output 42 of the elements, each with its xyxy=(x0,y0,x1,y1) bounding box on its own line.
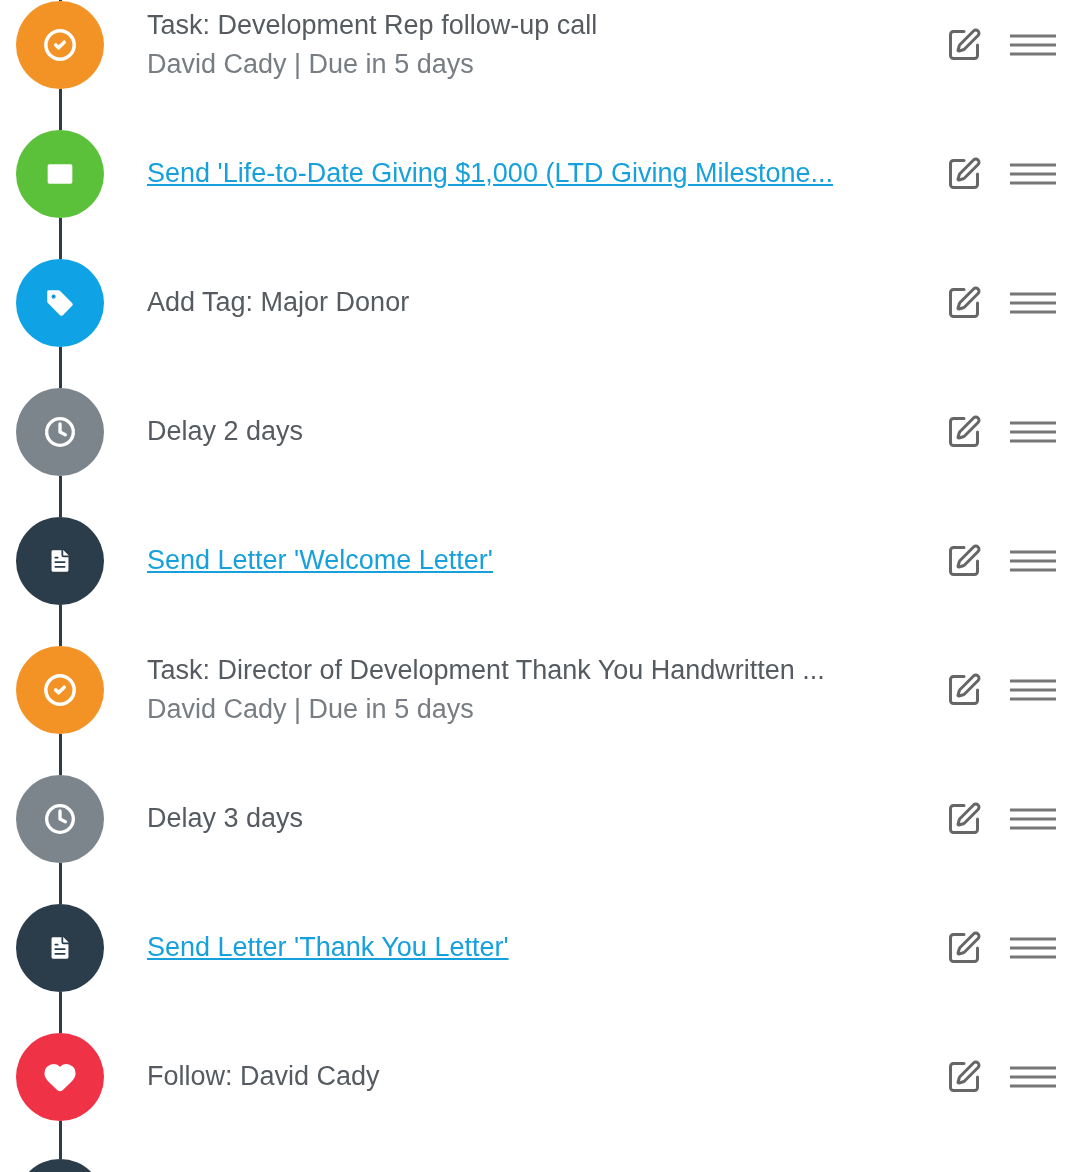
edit-icon xyxy=(946,413,982,450)
edit-button[interactable] xyxy=(946,26,982,63)
edit-icon xyxy=(946,542,982,579)
drag-handle-icon[interactable] xyxy=(1010,677,1056,702)
step-link[interactable]: Send Letter 'Thank You Letter' xyxy=(147,932,916,963)
edit-button[interactable] xyxy=(946,284,982,321)
drag-handle-icon[interactable] xyxy=(1010,290,1056,315)
step-subtitle: David Cady | Due in 5 days xyxy=(147,48,475,80)
drag-handle-icon[interactable] xyxy=(1010,32,1056,57)
drag-handle-icon[interactable] xyxy=(1010,1064,1056,1089)
edit-icon xyxy=(946,671,982,708)
edit-button[interactable] xyxy=(946,542,982,579)
step-link[interactable]: Send 'Life-to-Date Giving $1,000 (LTD Giving Milestone... xyxy=(147,158,916,189)
drag-handle-icon[interactable] xyxy=(1010,419,1056,444)
edit-button[interactable] xyxy=(946,671,982,708)
clock-icon xyxy=(44,802,76,835)
edit-button[interactable] xyxy=(946,1058,982,1095)
step-title: Add Tag: Major Donor xyxy=(147,287,411,318)
step-title: Task: Development Rep follow-up call xyxy=(147,9,599,41)
edit-button[interactable] xyxy=(946,929,982,966)
drag-handle-icon[interactable] xyxy=(1010,806,1056,831)
check-circle-icon xyxy=(43,27,77,62)
edit-icon xyxy=(946,155,982,192)
edit-button[interactable] xyxy=(946,800,982,837)
clock-icon xyxy=(44,415,76,448)
edit-icon xyxy=(946,284,982,321)
edit-icon xyxy=(946,929,982,966)
drag-handle-icon[interactable] xyxy=(1010,161,1056,186)
step-title: Delay 2 days xyxy=(147,416,305,447)
edit-icon xyxy=(946,26,982,63)
step-link[interactable]: Send Letter 'Welcome Letter' xyxy=(147,545,916,576)
edit-button[interactable] xyxy=(946,413,982,450)
edit-icon xyxy=(946,1058,982,1095)
check-circle-icon xyxy=(43,672,77,707)
drag-handle-icon[interactable] xyxy=(1010,548,1056,573)
drag-handle-icon[interactable] xyxy=(1010,935,1056,960)
step-title: Task: Director of Development Thank You Handwritten ... xyxy=(147,654,826,686)
step-title: Delay 3 days xyxy=(147,803,305,834)
step-title: Follow: David Cady xyxy=(147,1061,381,1092)
edit-button[interactable] xyxy=(946,155,982,192)
edit-icon xyxy=(946,800,982,837)
step-subtitle: David Cady | Due in 5 days xyxy=(147,693,475,725)
